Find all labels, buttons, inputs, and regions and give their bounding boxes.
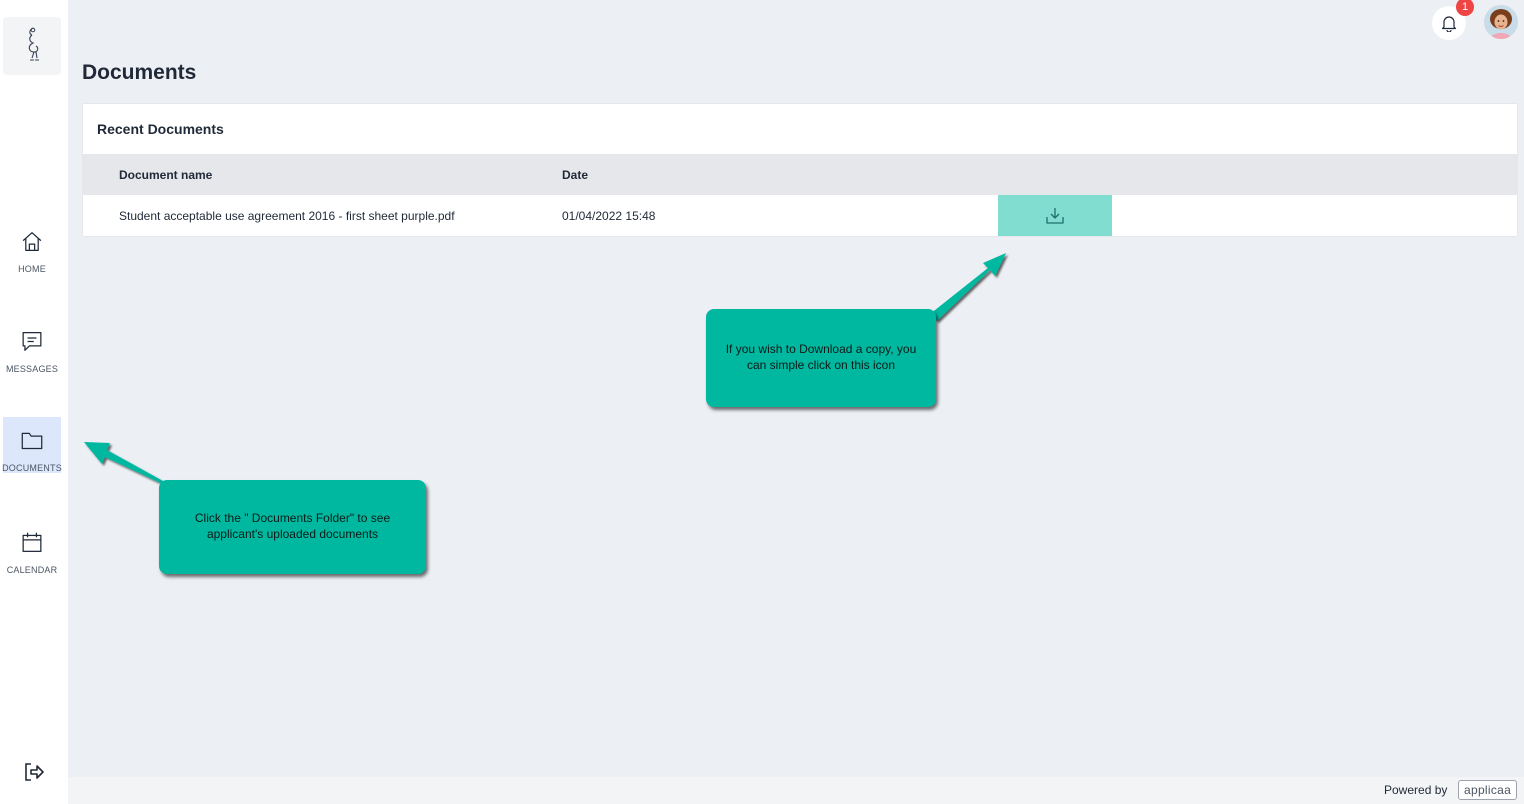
recent-documents-card: Recent Documents Document name Date Stud…	[82, 103, 1518, 237]
sidebar-item-label: CALENDAR	[6, 565, 58, 575]
message-icon	[22, 332, 42, 351]
user-avatar-icon	[1484, 5, 1518, 39]
column-header-document-name[interactable]: Document name	[119, 168, 212, 182]
download-button[interactable]	[998, 195, 1112, 236]
arrow-to-download	[930, 253, 1006, 321]
avatar[interactable]	[1484, 5, 1518, 39]
download-hint-text: If you wish to Download a copy, you can …	[725, 342, 917, 372]
column-header-date[interactable]: Date	[562, 168, 588, 182]
document-name-cell: Student acceptable use agreement 2016 - …	[119, 209, 455, 223]
powered-by-label: Powered by	[1384, 783, 1448, 797]
home-icon	[22, 232, 42, 251]
notification-badge: 1	[1456, 0, 1474, 16]
app-logo[interactable]	[3, 17, 61, 75]
page-title: Documents	[82, 61, 197, 84]
documents-hint-callout: Click the " Documents Folder" to see app…	[159, 480, 426, 574]
applicaa-brand[interactable]: applicaa	[1458, 780, 1518, 800]
sidebar: HOME MESSAGES DOCUMENTS CALENDAR	[0, 0, 68, 804]
logout-icon[interactable]	[22, 760, 46, 784]
sidebar-item-label: DOCUMENTS	[2, 463, 62, 473]
footer	[68, 777, 1524, 804]
card-title: Recent Documents	[97, 121, 224, 137]
sidebar-item-calendar[interactable]: CALENDAR	[3, 519, 61, 575]
sidebar-item-documents[interactable]: DOCUMENTS	[2, 417, 62, 473]
table-row: Student acceptable use agreement 2016 - …	[83, 195, 1517, 236]
download-hint-callout: If you wish to Download a copy, you can …	[706, 309, 936, 407]
sidebar-item-label: HOME	[18, 264, 46, 274]
calendar-icon	[22, 532, 42, 552]
folder-icon	[21, 432, 43, 450]
document-date-cell: 01/04/2022 15:48	[562, 209, 656, 223]
sidebar-item-home[interactable]: HOME	[3, 218, 61, 274]
table-header: Document name Date	[83, 154, 1517, 195]
documents-hint-text: Click the " Documents Folder" to see app…	[194, 511, 391, 541]
sidebar-item-messages[interactable]: MESSAGES	[3, 318, 61, 374]
bell-icon	[1441, 16, 1457, 32]
sidebar-item-label: MESSAGES	[5, 364, 59, 374]
download-icon	[1046, 207, 1064, 224]
arrow-to-documents	[84, 442, 167, 486]
bird-sketch-logo-icon	[28, 27, 39, 61]
